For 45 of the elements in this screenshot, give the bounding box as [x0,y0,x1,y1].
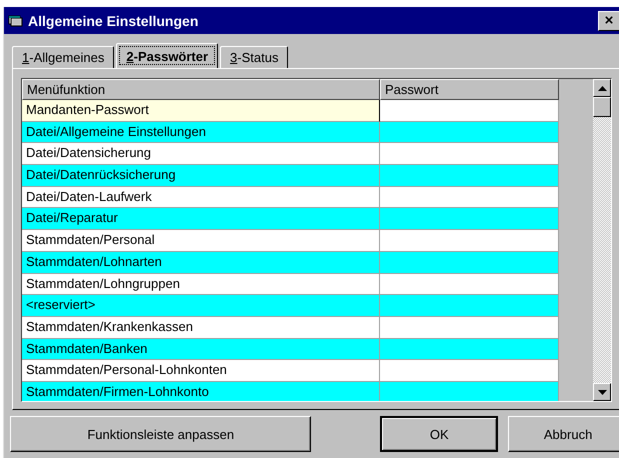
password-cell[interactable] [380,295,559,317]
table-cell[interactable]: Datei/Reparatur [22,208,380,230]
down-arrow-icon [598,390,606,394]
scroll-up-button[interactable] [593,79,611,97]
table-cell[interactable]: Stammdaten/Personal-Lohnkonten [22,360,380,382]
table-cell[interactable]: Datei/Datenrücksicherung [22,165,380,187]
up-arrow-icon [598,86,606,90]
table-cell[interactable]: Stammdaten/Banken [22,338,380,360]
window-title: Allgemeine Einstellungen [28,12,200,28]
window-icon [8,14,24,28]
password-cell[interactable] [380,208,559,230]
password-cell[interactable] [380,165,559,187]
table-cell[interactable]: Stammdaten/Personal [22,230,380,252]
table-cell[interactable]: Stammdaten/Krankenkassen [22,316,380,339]
dialog-button[interactable]: Abbruch [508,416,619,452]
dialog-button[interactable]: Funktionsleiste anpassen [10,416,312,452]
password-cell[interactable] [380,338,559,360]
password-cell[interactable] [380,230,559,252]
tab[interactable]: 2-Passwörter [116,43,218,68]
password-cell[interactable] [380,122,559,144]
password-cell[interactable] [380,252,559,274]
table-cell[interactable]: Stammdaten/Firmen-Lohnkonto [22,382,380,401]
password-cell[interactable] [380,316,559,339]
column-header[interactable]: Passwort [380,79,559,100]
password-cell[interactable] [380,274,559,296]
column-header[interactable]: Menüfunktion [22,79,380,100]
password-cell[interactable] [380,143,559,166]
password-cell[interactable] [380,100,559,122]
table-cell[interactable]: Datei/Datensicherung [22,143,380,166]
password-cell[interactable] [380,186,559,208]
table-cell[interactable]: Datei/Daten-Laufwerk [22,186,380,208]
scroll-thumb[interactable] [593,97,611,117]
password-cell[interactable] [380,382,559,401]
table-cell[interactable]: Stammdaten/Lohnarten [22,252,380,274]
dialog-button[interactable]: OK [380,416,498,452]
password-cell[interactable] [380,360,559,382]
table-cell[interactable]: Mandanten-Passwort [22,100,380,122]
scroll-down-button[interactable] [593,383,611,401]
table-cell[interactable]: Datei/Allgemeine Einstellungen [22,122,380,144]
table-cell[interactable]: Stammdaten/Lohngruppen [22,274,380,296]
tab[interactable]: 1-Allgemeines [12,46,114,68]
tab[interactable]: 3-Status [220,46,288,68]
vertical-scrollbar[interactable] [593,79,611,401]
table-cell[interactable]: <reserviert> [22,295,380,317]
close-button[interactable]: × [598,10,619,30]
